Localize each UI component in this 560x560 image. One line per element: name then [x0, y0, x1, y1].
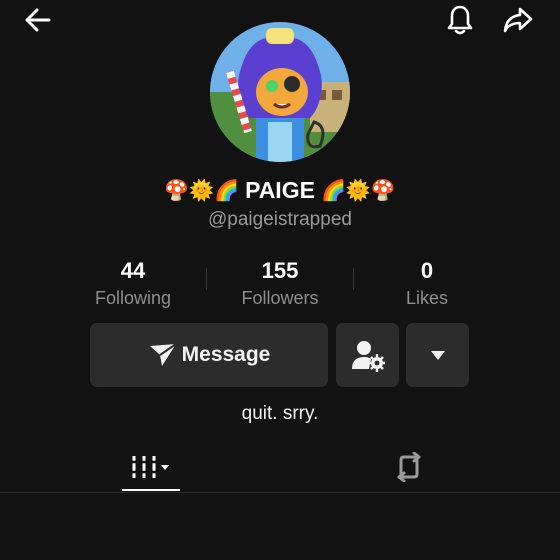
stat-following[interactable]: 44 Following	[60, 258, 206, 309]
stat-likes[interactable]: 0 Likes	[354, 258, 500, 309]
stat-likes-value: 0	[420, 258, 434, 283]
tab-videos[interactable]	[122, 443, 180, 491]
profile-handle: @paigeistrapped	[208, 209, 352, 230]
profile-stats: 44 Following 155 Followers 0 Likes	[60, 258, 500, 312]
stat-followers-value: 155	[261, 258, 299, 283]
name-emoji-right: 🌈🌞🍄	[320, 178, 396, 202]
share-button[interactable]	[498, 0, 538, 40]
send-icon	[149, 343, 177, 366]
more-options-button[interactable]	[406, 323, 469, 387]
tab-reposts[interactable]	[380, 443, 438, 491]
name-emoji-left: 🍄🌞🌈	[164, 178, 240, 202]
bell-icon	[447, 5, 473, 35]
stat-likes-label: Likes	[405, 288, 449, 308]
active-tab-indicator	[122, 489, 180, 491]
user-gear-icon	[351, 341, 385, 372]
notifications-button[interactable]	[440, 0, 480, 40]
arrow-left-icon	[25, 8, 51, 32]
share-arrow-icon	[503, 7, 533, 33]
repost-icon	[397, 452, 421, 482]
stat-followers[interactable]: 155 Followers	[207, 258, 353, 309]
back-button[interactable]	[18, 0, 58, 40]
avatar-illustration	[210, 22, 350, 162]
profile-avatar[interactable]	[210, 22, 350, 162]
grid-lines-icon	[130, 456, 169, 478]
stat-following-value: 44	[120, 258, 146, 283]
stat-followers-label: Followers	[241, 288, 319, 308]
friend-settings-button[interactable]	[336, 323, 399, 387]
stat-following-label: Following	[94, 288, 172, 308]
message-button-label: Message	[181, 343, 271, 366]
profile-name: PAIGE	[245, 176, 315, 203]
message-button[interactable]: Message	[90, 323, 328, 387]
profile-bio: quit. srry.	[241, 403, 319, 424]
tabs-divider	[0, 492, 560, 493]
profile-name-row: 🍄🌞🌈 PAIGE 🌈🌞🍄	[0, 172, 560, 208]
caret-down-icon	[430, 351, 445, 360]
